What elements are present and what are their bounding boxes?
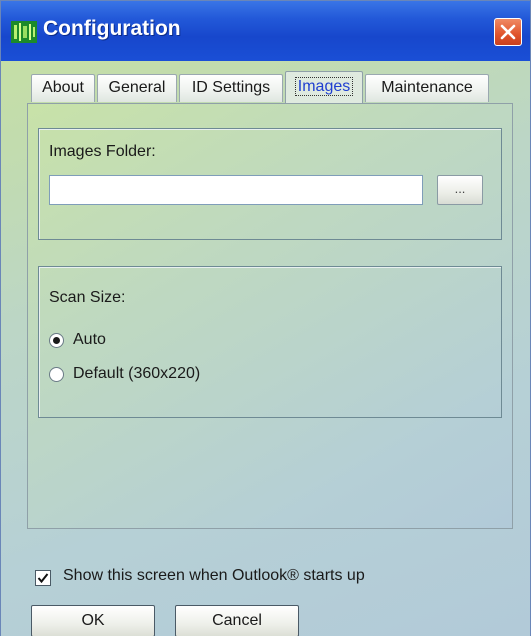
startup-checkbox-label: Show this screen when Outlook® starts up: [63, 567, 365, 584]
checkmark-icon: [37, 573, 49, 584]
radio-button[interactable]: [49, 333, 64, 348]
radio-selected-dot: [53, 337, 60, 344]
title-bar[interactable]: Configuration: [1, 1, 530, 61]
window-title: Configuration: [43, 17, 181, 40]
images-folder-label: Images Folder:: [49, 143, 156, 160]
scan-size-label: Scan Size:: [49, 289, 126, 306]
tab-label: About: [42, 79, 84, 96]
close-button[interactable]: [494, 18, 522, 46]
radio-label-auto: Auto: [73, 331, 106, 348]
startup-checkbox[interactable]: [35, 570, 51, 586]
tab-id-settings[interactable]: ID Settings: [179, 74, 283, 102]
ok-button[interactable]: OK: [31, 605, 155, 636]
close-icon: [500, 24, 516, 40]
tab-images[interactable]: Images: [285, 71, 363, 103]
tab-label: ID Settings: [191, 79, 271, 96]
tab-label: Images: [294, 77, 354, 96]
radio-button[interactable]: [49, 367, 64, 382]
cancel-button[interactable]: Cancel: [175, 605, 299, 636]
browse-folder-button[interactable]: ...: [437, 175, 483, 205]
images-tab-panel: Images Folder: ... Scan Size: Auto Defau…: [27, 103, 513, 529]
tab-about[interactable]: About: [31, 74, 95, 102]
scan-size-group: Scan Size: Auto Default (360x220): [38, 266, 502, 418]
tab-label: Maintenance: [381, 79, 473, 96]
configuration-window: Configuration About General ID Settings …: [0, 0, 531, 636]
app-icon: [11, 21, 37, 43]
radio-label-default: Default (360x220): [73, 365, 201, 382]
images-folder-input[interactable]: [49, 175, 423, 205]
tab-general[interactable]: General: [97, 74, 177, 102]
tab-maintenance[interactable]: Maintenance: [365, 74, 489, 102]
tab-label: General: [108, 79, 166, 96]
images-folder-group: Images Folder: ...: [38, 128, 502, 240]
